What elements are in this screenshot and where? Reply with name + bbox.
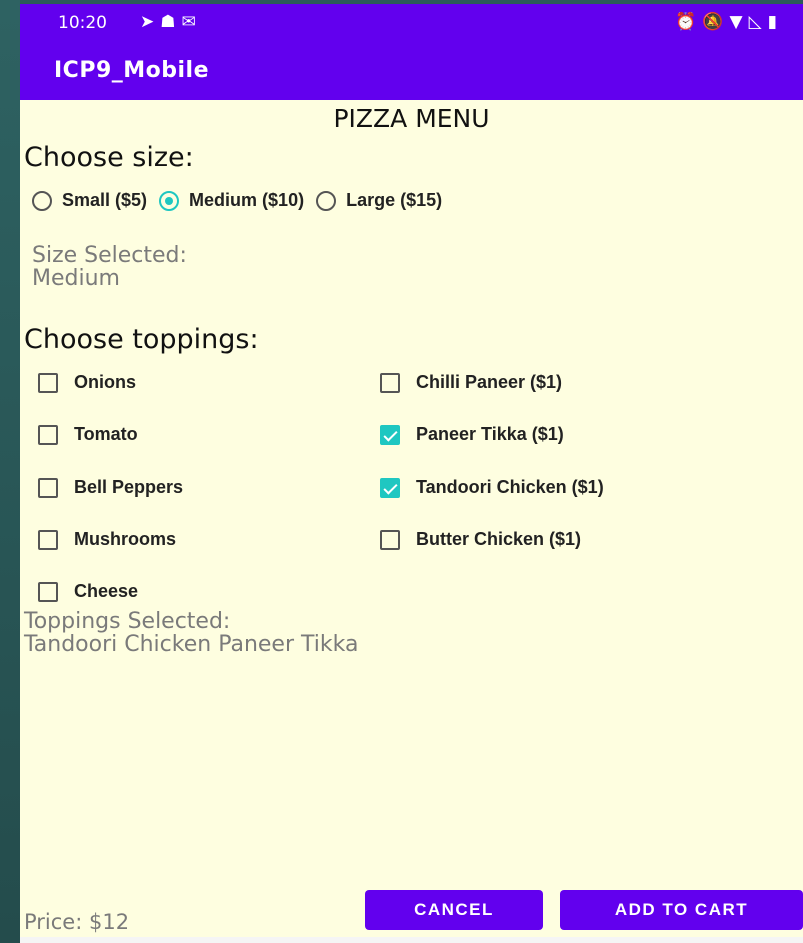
radio-medium[interactable]: Medium ($10) [159,190,304,211]
toppings-heading: Choose toppings: [24,324,259,355]
status-time: 10:20 [58,13,107,33]
topping-tandoori-chicken-label: Tandoori Chicken ($1) [416,477,604,497]
navigation-bar [20,937,803,943]
topping-chilli-paneer[interactable]: Chilli Paneer ($1) [380,372,562,393]
add-to-cart-button[interactable]: ADD TO CART [560,890,803,930]
size-heading: Choose size: [24,142,194,173]
checkbox-paneer-tikka[interactable] [380,424,400,445]
radio-small-circle[interactable] [32,190,52,211]
topping-bell-peppers-label: Bell Peppers [74,477,184,497]
phone-screen: 10:20 ➤☗✉ ⏰🔕▼◺▮ ICP9_Mobile PIZZA MENU C… [20,4,803,943]
radio-medium-circle[interactable] [159,190,180,211]
topping-chilli-paneer-label: Chilli Paneer ($1) [416,372,563,392]
checkbox-cheese[interactable] [38,581,58,602]
radio-medium-label: Medium ($10) [189,190,305,210]
alarm-icon: ⏰ [675,12,703,32]
toppings-selected-label: Toppings Selected: [24,609,231,634]
desktop-background [0,0,20,943]
radio-large[interactable]: Large ($15) [316,190,442,211]
topping-tandoori-chicken[interactable]: Tandoori Chicken ($1) [380,477,604,498]
checkbox-butter-chicken[interactable] [380,529,400,550]
topping-tomato[interactable]: Tomato [38,424,138,445]
radio-small-label: Small ($5) [62,190,148,210]
checkbox-tandoori-chicken[interactable] [380,477,400,498]
topping-cheese-label: Cheese [74,581,139,601]
page-title: PIZZA MENU [333,104,490,133]
status-bar: 10:20 ➤☗✉ ⏰🔕▼◺▮ [20,4,803,42]
size-selected-label: Size Selected: [32,243,187,268]
status-left-icons: ➤☗✉ [140,12,202,32]
topping-bell-peppers[interactable]: Bell Peppers [38,477,183,498]
topping-mushrooms-label: Mushrooms [74,529,177,549]
mute-icon: 🔕 [702,12,730,32]
topping-cheese[interactable]: Cheese [38,581,138,602]
price-text: Price: $12 [24,910,130,934]
app-title: ICP9_Mobile [54,58,210,83]
radio-large-circle[interactable] [316,190,337,211]
checkbox-onions[interactable] [38,372,58,393]
topping-tomato-label: Tomato [74,424,138,444]
topping-butter-chicken-label: Butter Chicken ($1) [416,529,582,549]
toppings-selected-value: Tandoori Chicken Paneer Tikka [24,632,359,657]
topping-mushrooms[interactable]: Mushrooms [38,529,176,550]
snapchat-icon: ☗ [160,12,182,32]
size-radio-group: Small ($5) Medium ($10) Large ($15) [32,190,454,211]
topping-onions-label: Onions [74,372,136,392]
checkbox-chilli-paneer[interactable] [380,372,400,393]
cancel-button[interactable]: CANCEL [365,890,543,930]
telegram-icon: ➤ [140,12,161,32]
status-right-icons: ⏰🔕▼◺▮ [675,12,783,32]
topping-paneer-tikka[interactable]: Paneer Tikka ($1) [380,424,564,445]
app-bar: ICP9_Mobile [20,42,803,100]
topping-butter-chicken[interactable]: Butter Chicken ($1) [380,529,581,550]
checkbox-bell-peppers[interactable] [38,477,58,498]
size-selected-value: Medium [32,266,120,291]
topping-onions[interactable]: Onions [38,372,136,393]
checkbox-tomato[interactable] [38,424,58,445]
gmail-icon: ✉ [181,12,202,32]
battery-icon: ▮ [767,12,783,32]
radio-large-label: Large ($15) [346,190,443,210]
signal-icon: ◺ [748,12,768,32]
wifi-icon: ▼ [729,12,749,32]
topping-paneer-tikka-label: Paneer Tikka ($1) [416,424,564,444]
checkbox-mushrooms[interactable] [38,529,58,550]
radio-small[interactable]: Small ($5) [32,190,147,211]
